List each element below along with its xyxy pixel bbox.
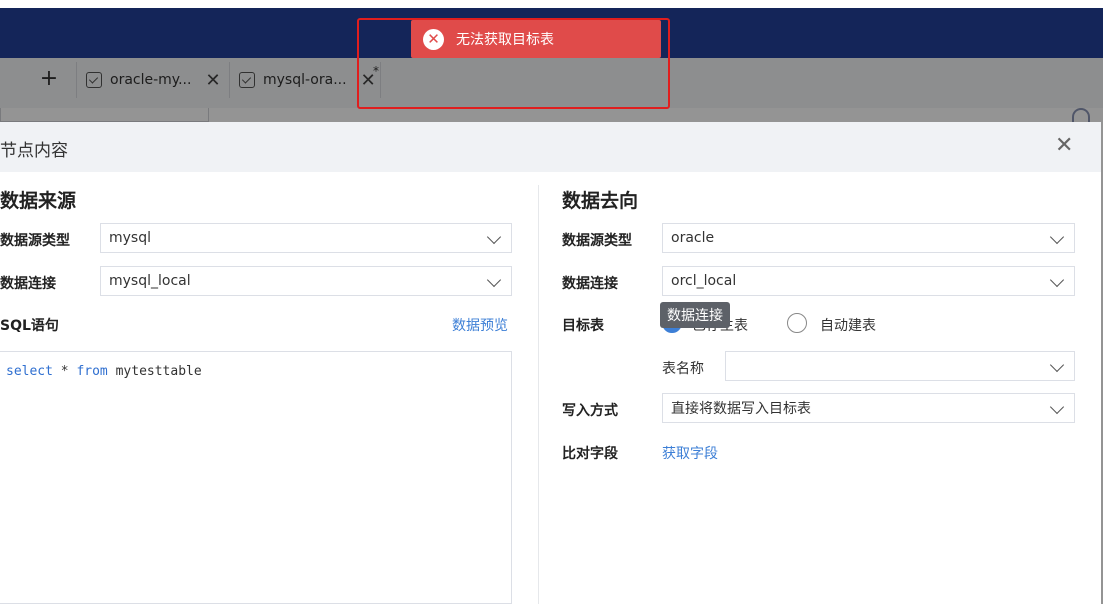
write-mode-label: 写入方式 — [562, 403, 618, 419]
source-section-title: 数据来源 — [0, 190, 77, 212]
chevron-down-icon — [486, 229, 502, 245]
column-divider — [538, 185, 539, 604]
chevron-down-icon — [1049, 399, 1065, 415]
target-connection-select[interactable]: orcl_local — [662, 266, 1075, 296]
source-datasource-type-label: 数据源类型 — [0, 233, 70, 249]
target-section-title: 数据去向 — [562, 190, 639, 212]
app-page: + oracle-my... ✕ mysql-ora... ✕ * 节点内容 ✕… — [0, 0, 1103, 604]
radio-auto-create-table[interactable] — [787, 313, 807, 333]
annotation-highlight-box — [357, 18, 670, 109]
sql-keyword: select — [6, 364, 53, 379]
table-name-select[interactable] — [725, 351, 1075, 381]
tooltip: 数据连接 — [660, 302, 730, 328]
dialog-title: 节点内容 — [0, 141, 68, 161]
chevron-down-icon — [1049, 272, 1065, 288]
node-content-dialog: 节点内容 ✕ 数据来源 数据源类型 mysql 数据连接 mysql_local… — [0, 122, 1101, 604]
fetch-fields-link[interactable]: 获取字段 — [662, 443, 718, 463]
select-value: orcl_local — [671, 273, 737, 289]
source-datasource-type-select[interactable]: mysql — [100, 223, 512, 253]
select-value: oracle — [671, 230, 715, 246]
dialog-header: 节点内容 ✕ — [0, 122, 1101, 172]
sql-table: mytesttable — [107, 364, 202, 379]
chevron-down-icon — [1049, 357, 1065, 373]
select-value: mysql_local — [109, 273, 191, 289]
source-connection-label: 数据连接 — [0, 276, 56, 292]
select-value: 直接将数据写入目标表 — [671, 401, 811, 417]
chevron-down-icon — [486, 272, 502, 288]
target-connection-label: 数据连接 — [562, 276, 618, 292]
radio-auto-create-label: 自动建表 — [820, 318, 876, 334]
sql-editor[interactable]: select * from mytesttable — [0, 351, 512, 604]
data-preview-link[interactable]: 数据预览 — [452, 315, 508, 335]
compare-fields-label: 比对字段 — [562, 446, 618, 462]
sql-label: SQL语句 — [0, 318, 59, 334]
select-value: mysql — [109, 230, 151, 246]
target-table-label: 目标表 — [562, 318, 604, 334]
target-datasource-type-label: 数据源类型 — [562, 233, 632, 249]
sql-text: * — [52, 364, 77, 379]
source-connection-select[interactable]: mysql_local — [100, 266, 512, 296]
table-name-label: 表名称 — [662, 361, 704, 377]
target-datasource-type-select[interactable]: oracle — [662, 223, 1075, 253]
close-icon[interactable]: ✕ — [1055, 134, 1073, 158]
write-mode-select[interactable]: 直接将数据写入目标表 — [662, 393, 1075, 423]
chevron-down-icon — [1049, 229, 1065, 245]
sql-keyword: from — [76, 364, 108, 379]
